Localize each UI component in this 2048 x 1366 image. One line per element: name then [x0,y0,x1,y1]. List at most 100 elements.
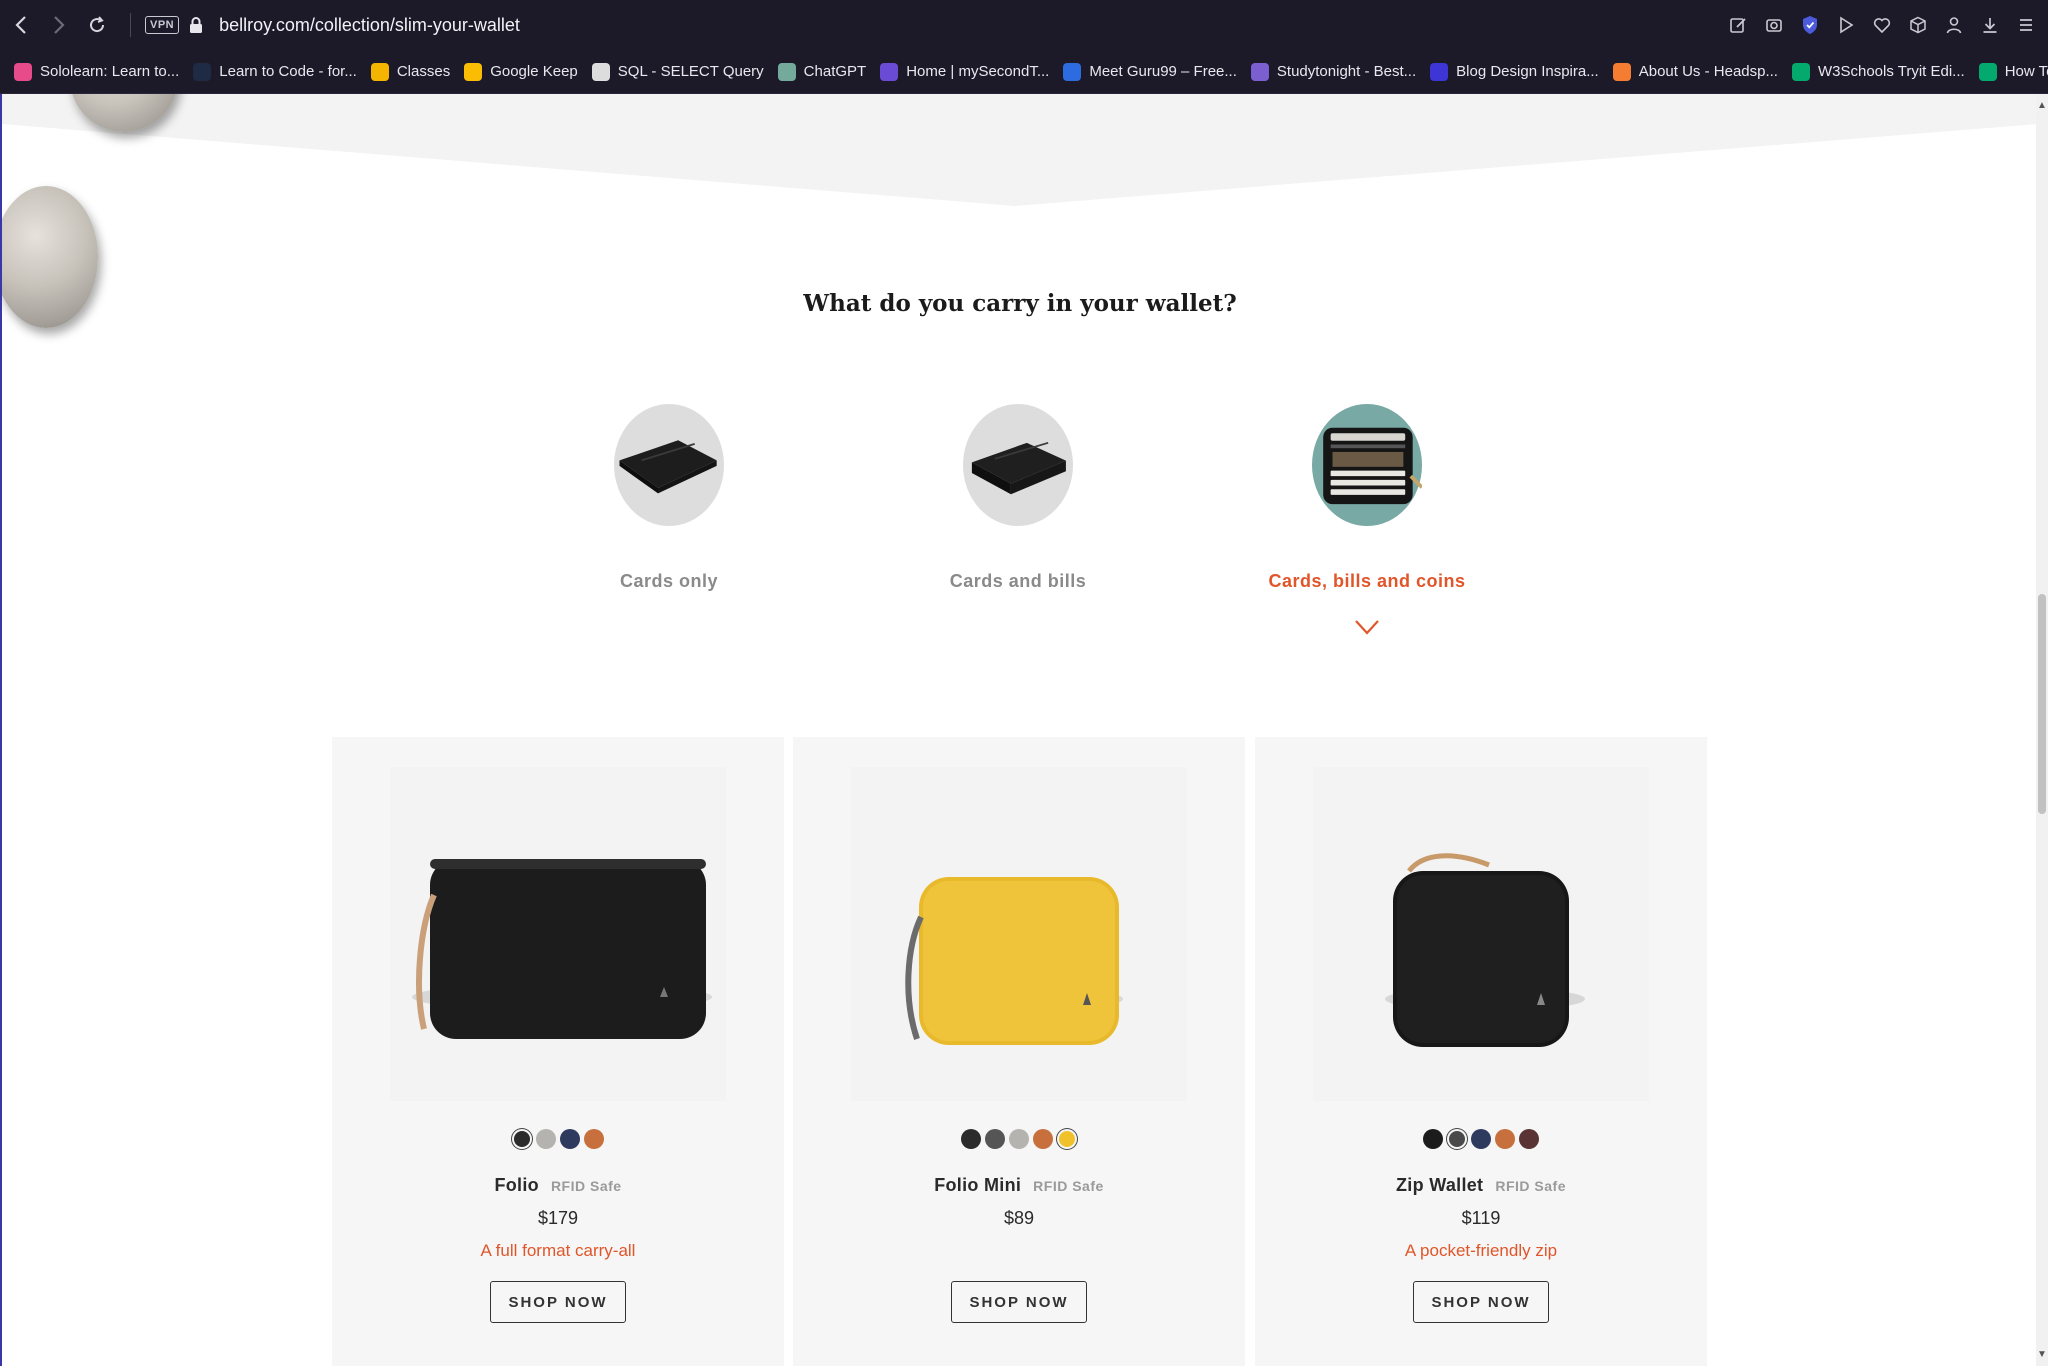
option-label: Cards, bills and coins [1268,571,1466,591]
cards-and-bills-wallet-image [963,404,1073,526]
color-swatch[interactable] [1423,1129,1443,1149]
bookmark-item[interactable]: W3Schools Tryit Edi... [1791,62,1965,81]
product-image[interactable] [390,767,726,1101]
bookmark-label: Google Keep [490,63,578,80]
scroll-down-icon[interactable]: ▼ [2037,1349,2047,1360]
option-cards-only[interactable]: Cards only [559,404,779,592]
color-swatch[interactable] [560,1129,580,1149]
shop-now-button[interactable]: SHOP NOW [490,1281,626,1323]
toolbar-separator [130,13,131,37]
back-icon[interactable] [4,8,38,42]
color-swatch[interactable] [961,1129,981,1149]
product-name[interactable]: Folio Mini [934,1175,1021,1196]
bookmark-favicon-icon [1430,62,1449,81]
bookmark-label: W3Schools Tryit Edi... [1817,63,1965,80]
browser-window: VPN bellroy.com/collection/slim-your-wal… [0,0,2048,1366]
scroll-up-icon[interactable]: ▲ [2037,100,2047,111]
bookmark-item[interactable]: About Us - Headsp... [1612,62,1778,81]
product-card-zip-wallet[interactable]: Zip Wallet RFID Safe $119 A pocket-frien… [1255,737,1707,1366]
download-icon[interactable] [1978,13,2002,37]
product-title-row: Folio Mini RFID Safe [934,1175,1104,1196]
bookmark-item[interactable]: Meet Guru99 – Free... [1063,62,1237,81]
color-swatch[interactable] [1519,1129,1539,1149]
color-swatch[interactable] [536,1129,556,1149]
bookmark-label: Blog Design Inspira... [1456,63,1599,80]
bookmark-favicon-icon [777,62,796,81]
bookmark-label: Learn to Code - for... [219,63,357,80]
product-card-folio-mini[interactable]: Folio Mini RFID Safe $89 SHOP NOW [793,737,1245,1366]
option-cards-bills-and-coins[interactable]: Cards, bills and coins [1257,404,1477,636]
forward-icon[interactable] [42,8,76,42]
bookmark-item[interactable]: SQL - SELECT Query [591,62,764,81]
vpn-badge[interactable]: VPN [145,16,180,34]
color-swatch[interactable] [514,1131,530,1147]
bookmark-label: About Us - Headsp... [1638,63,1778,80]
product-tagline: A pocket-friendly zip [1404,1241,1558,1260]
bookmark-label: Classes [396,63,451,80]
shield-icon[interactable] [1798,13,1822,37]
product-image[interactable] [1313,767,1649,1101]
product-image[interactable] [851,767,1187,1101]
play-icon[interactable] [1834,13,1858,37]
product-title-row: Folio RFID Safe [494,1175,621,1196]
edit-icon[interactable] [1726,13,1750,37]
reload-icon[interactable] [80,8,114,42]
chevron-down-icon [1355,620,1379,635]
browser-toolbar: VPN bellroy.com/collection/slim-your-wal… [0,0,2048,50]
cards-bills-coins-wallet-image [1312,404,1422,526]
bookmark-favicon-icon [880,62,899,81]
bookmark-item[interactable]: Google Keep [464,62,578,81]
color-swatch[interactable] [1449,1131,1465,1147]
bookmark-item[interactable]: Sololearn: Learn to... [14,62,179,81]
bookmarks-bar: Sololearn: Learn to... Learn to Code - fo… [0,50,2048,94]
bookmark-label: SQL - SELECT Query [617,63,764,80]
color-swatch[interactable] [1009,1129,1029,1149]
chevron-divider [2,94,2036,206]
address-bar[interactable]: bellroy.com/collection/slim-your-wallet [219,15,520,36]
color-swatch[interactable] [985,1129,1005,1149]
scrollbar-thumb[interactable] [2038,594,2046,814]
bookmark-item[interactable]: Classes [370,62,451,81]
option-label: Cards and bills [949,571,1087,591]
bookmark-favicon-icon [370,62,389,81]
heart-icon[interactable] [1870,13,1894,37]
lock-icon[interactable] [189,14,205,36]
box-icon[interactable] [1906,13,1930,37]
section-headline: What do you carry in your wallet? [803,290,1237,317]
shop-now-button[interactable]: SHOP NOW [951,1281,1087,1323]
product-name[interactable]: Folio [494,1175,539,1196]
camera-icon[interactable] [1762,13,1786,37]
bookmark-item[interactable]: Home | mySecondT... [880,62,1049,81]
wallet-type-selector: Cards only Cards and bills Cards, bills … [2,404,2036,635]
bookmark-item[interactable]: Blog Design Inspira... [1430,62,1599,81]
bookmark-favicon-icon [1250,62,1269,81]
option-cards-and-bills[interactable]: Cards and bills [908,404,1128,592]
menu-icon[interactable] [2014,13,2038,37]
color-swatch[interactable] [1495,1129,1515,1149]
color-swatch[interactable] [1471,1129,1491,1149]
bookmark-label: Studytonight - Best... [1276,63,1417,80]
product-tagline: A full format carry-all [480,1241,636,1260]
product-price: $89 [1003,1208,1035,1228]
product-title-row: Zip Wallet RFID Safe [1396,1175,1566,1196]
color-swatch[interactable] [1033,1129,1053,1149]
bookmark-favicon-icon [1978,62,1997,81]
page-scrollbar[interactable]: ▲ ▼ [2036,94,2048,1366]
bookmark-item[interactable]: Learn to Code - for... [193,62,357,81]
bookmark-favicon-icon [1063,62,1082,81]
bookmark-favicon-icon [464,62,483,81]
toolbar-actions [1726,0,2038,50]
product-price: $179 [537,1208,579,1228]
page-content: What do you carry in your wallet? Cards … [0,94,2036,1366]
product-price: $119 [1461,1208,1501,1228]
product-name[interactable]: Zip Wallet [1396,1175,1483,1196]
product-card-folio[interactable]: Folio RFID Safe $179 A full format carry… [332,737,784,1366]
bookmark-item[interactable]: Studytonight - Best... [1250,62,1417,81]
profile-icon[interactable] [1942,13,1966,37]
bookmark-item[interactable]: ChatGPT [777,62,866,81]
shop-now-button[interactable]: SHOP NOW [1413,1281,1549,1323]
color-swatch[interactable] [584,1129,604,1149]
color-swatches [512,1127,604,1151]
color-swatch[interactable] [1059,1131,1075,1147]
bookmark-item[interactable]: How To Create a Sc... [1978,62,2048,81]
